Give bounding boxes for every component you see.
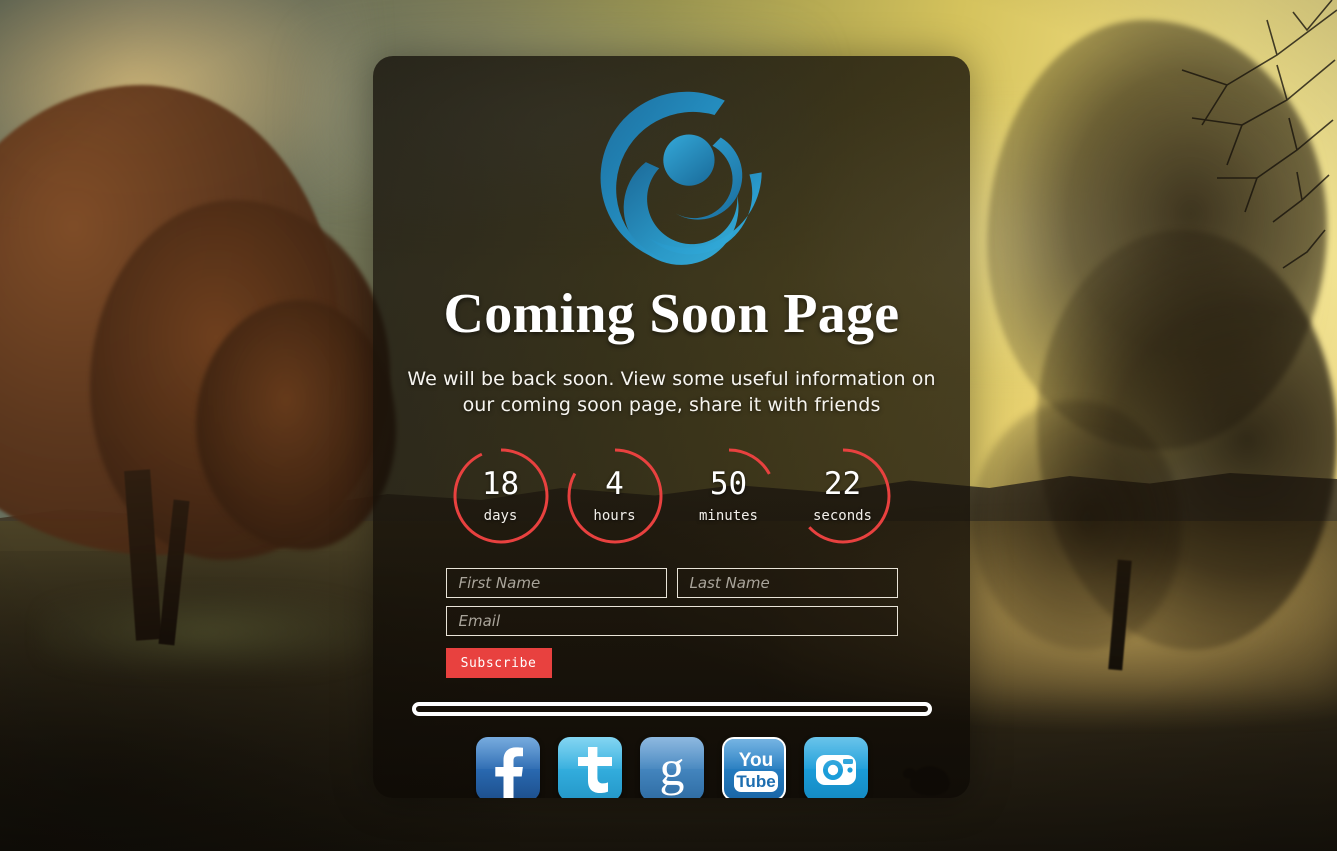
countdown-unit-seconds: 22 seconds — [793, 446, 893, 546]
twitter-glyph — [577, 747, 612, 794]
svg-text:g: g — [659, 740, 684, 796]
countdown-unit-hours: 4 hours — [565, 446, 665, 546]
page-subtitle: We will be back soon. View some useful i… — [407, 367, 936, 417]
countdown-value-hours: 4 — [605, 466, 624, 503]
google-plus-icon[interactable]: g — [639, 737, 704, 798]
countdown-unit-minutes: 50 minutes — [679, 446, 779, 546]
youtube-icon[interactable]: You Tube — [721, 737, 786, 798]
countdown-unit-days: 18 days — [451, 446, 551, 546]
countdown-label-hours: hours — [593, 508, 636, 525]
subscribe-button[interactable]: Subscribe — [445, 648, 552, 679]
logo — [567, 74, 777, 279]
first-name-input[interactable] — [445, 568, 667, 599]
instagram-camera-glyph — [815, 755, 856, 786]
twitter-icon[interactable] — [557, 737, 622, 798]
name-row — [445, 568, 898, 599]
countdown-label-days: days — [483, 508, 518, 525]
last-name-input[interactable] — [676, 568, 898, 599]
countdown-value-minutes: 50 — [709, 466, 748, 503]
progress-bar — [411, 702, 932, 717]
bare-branches — [1181, 0, 1337, 269]
countdown-label-seconds: seconds — [812, 508, 872, 525]
email-input[interactable] — [445, 606, 898, 637]
subscribe-form: Subscribe — [445, 568, 898, 679]
facebook-glyph — [494, 747, 523, 798]
page-title: Coming Soon Page — [443, 283, 900, 345]
svg-text:Tube: Tube — [736, 772, 775, 791]
social-links: g You Tube — [475, 737, 868, 798]
countdown-value-days: 18 — [481, 466, 520, 503]
countdown-label-minutes: minutes — [698, 508, 758, 525]
countdown-value-seconds: 22 — [823, 466, 862, 503]
instagram-icon[interactable] — [803, 737, 868, 798]
svg-text:You: You — [738, 750, 772, 771]
countdown-timer: 18 days 4 hours 50 minutes 22 seconds — [373, 446, 970, 546]
google-glyph: g — [659, 740, 684, 796]
spiral-swirl-icon — [600, 91, 762, 265]
coming-soon-panel: Coming Soon Page We will be back soon. V… — [373, 56, 970, 798]
facebook-icon[interactable] — [475, 737, 540, 798]
youtube-glyph: You Tube — [733, 750, 778, 793]
